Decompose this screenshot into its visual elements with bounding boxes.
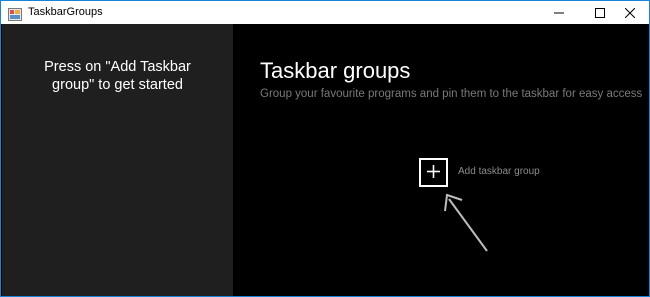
- add-taskbar-group-button[interactable]: [419, 158, 448, 187]
- sidebar-hint: Press on "Add Taskbar group" to get star…: [2, 58, 233, 94]
- minimize-icon: [554, 3, 564, 22]
- maximize-icon: [595, 3, 605, 22]
- window-title: TaskbarGroups: [28, 6, 103, 18]
- title-bar[interactable]: TaskbarGroups: [1, 1, 649, 24]
- main-panel: Taskbar groups Group your favourite prog…: [233, 24, 649, 296]
- close-button[interactable]: [612, 1, 648, 24]
- plus-icon: [427, 163, 440, 182]
- sidebar: Press on "Add Taskbar group" to get star…: [2, 24, 233, 296]
- close-icon: [624, 3, 636, 22]
- add-taskbar-group-label[interactable]: Add taskbar group: [458, 166, 540, 177]
- minimize-button[interactable]: [541, 1, 577, 24]
- sidebar-hint-line-1: Press on "Add Taskbar: [44, 59, 191, 75]
- page-title: Taskbar groups: [260, 58, 411, 83]
- arrow-pointer-icon: [441, 189, 491, 254]
- sidebar-hint-line-2: group" to get started: [52, 77, 183, 93]
- page-subtitle: Group your favourite programs and pin th…: [260, 88, 643, 100]
- app-icon: [8, 6, 22, 21]
- app-window: TaskbarGroups Press on "Add Taskbar grou…: [0, 0, 650, 297]
